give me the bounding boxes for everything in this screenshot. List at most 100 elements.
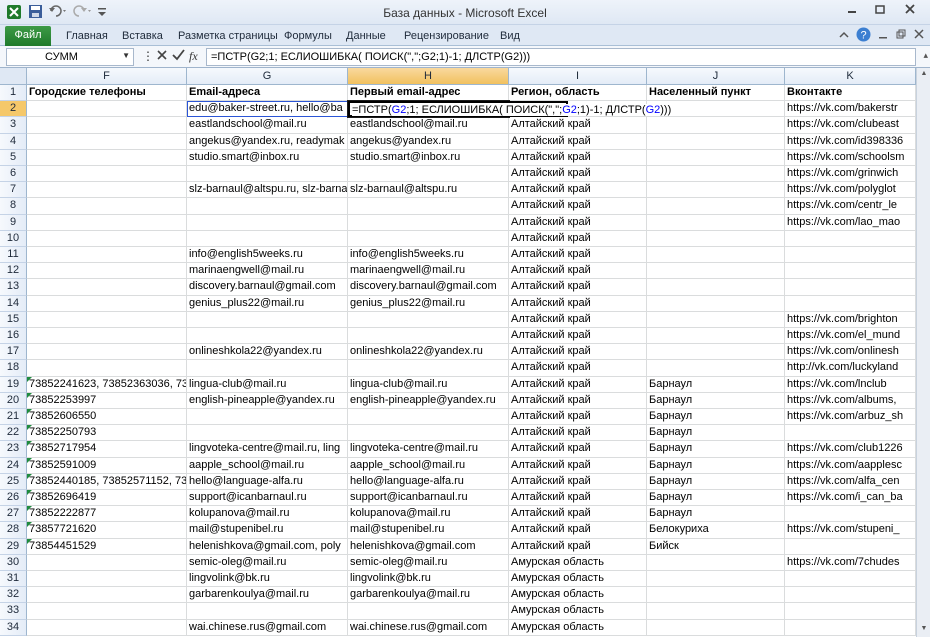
cell-k27[interactable]	[785, 506, 916, 523]
cell-i6[interactable]: Алтайский край	[509, 166, 647, 183]
cell-f3[interactable]	[27, 117, 187, 134]
row-header[interactable]: 13	[0, 279, 27, 296]
cell-f32[interactable]	[27, 587, 187, 604]
cell-g30[interactable]: semic-oleg@mail.ru	[187, 554, 348, 571]
cell-i29[interactable]: Алтайский край	[509, 538, 647, 555]
cell-i22[interactable]: Алтайский край	[509, 425, 647, 442]
expand-formula-bar-icon[interactable]: ▴	[923, 50, 928, 61]
name-box[interactable]: СУММ ▼	[6, 48, 134, 66]
cell-h8[interactable]	[348, 198, 509, 215]
cell-h2[interactable]: =ПСТР(G2;1; ЕСЛИОШИБКА( ПОИСК(",";G2;1)-…	[348, 101, 672, 118]
cell-k22[interactable]	[785, 425, 916, 442]
row-header[interactable]: 23	[0, 441, 27, 458]
cell-g16[interactable]	[187, 328, 348, 345]
cell-g3[interactable]: eastlandschool@mail.ru	[187, 117, 348, 134]
cell-g26[interactable]: support@icanbarnaul.ru	[187, 490, 348, 507]
row-header[interactable]: 18	[0, 360, 27, 377]
cell-f21[interactable]: 73852606550	[27, 409, 187, 426]
cell-k15[interactable]: https://vk.com/brighton	[785, 311, 916, 328]
column-header-k[interactable]: K	[785, 68, 916, 85]
cell-f30[interactable]	[27, 554, 187, 571]
cell-j30[interactable]	[647, 554, 785, 571]
cell-i11[interactable]: Алтайский край	[509, 247, 647, 264]
cell-i3[interactable]: Алтайский край	[509, 117, 647, 134]
row-header[interactable]: 14	[0, 295, 27, 312]
cell-g21[interactable]	[187, 409, 348, 426]
cell-k30[interactable]: https://vk.com/7chudes	[785, 554, 916, 571]
cell-j31[interactable]	[647, 571, 785, 588]
cell-h26[interactable]: support@icanbarnaul.ru	[348, 490, 509, 507]
tab-page-layout[interactable]: Разметка страницы	[178, 28, 278, 44]
vertical-scrollbar[interactable]: ▲ ▼	[916, 68, 930, 637]
cell-h5[interactable]: studio.smart@inbox.ru	[348, 149, 509, 166]
cell-j7[interactable]	[647, 182, 785, 199]
ribbon-collapse-icon[interactable]	[838, 29, 850, 44]
cell-g27[interactable]: kolupanova@mail.ru	[187, 506, 348, 523]
cell-f20[interactable]: 73852253997	[27, 392, 187, 409]
cell-j25[interactable]: Барнаул	[647, 473, 785, 490]
row-header[interactable]: 19	[0, 376, 27, 393]
cell-h3[interactable]: eastlandschool@mail.ru	[348, 117, 509, 134]
cell-f15[interactable]	[27, 311, 187, 328]
tab-insert[interactable]: Вставка	[122, 28, 163, 44]
cell-g13[interactable]: discovery.barnaul@gmail.com	[187, 279, 348, 296]
cell-j12[interactable]	[647, 263, 785, 280]
cell-k20[interactable]: https://vk.com/albums,	[785, 392, 916, 409]
chevron-down-icon[interactable]: ▼	[122, 51, 130, 60]
cell-i15[interactable]: Алтайский край	[509, 311, 647, 328]
cell-j9[interactable]	[647, 214, 785, 231]
cell-j14[interactable]	[647, 295, 785, 312]
cell-g17[interactable]: onlineshkola22@yandex.ru	[187, 344, 348, 361]
cell-i27[interactable]: Алтайский край	[509, 506, 647, 523]
cell-j32[interactable]	[647, 587, 785, 604]
cell-i1[interactable]: Регион, область	[509, 85, 647, 102]
cell-j22[interactable]: Барнаул	[647, 425, 785, 442]
cell-h22[interactable]	[348, 425, 509, 442]
cell-j13[interactable]	[647, 279, 785, 296]
cell-j24[interactable]: Барнаул	[647, 457, 785, 474]
tab-formulas[interactable]: Формулы	[284, 28, 332, 44]
minimize-button[interactable]	[838, 4, 866, 20]
cell-h18[interactable]	[348, 360, 509, 377]
tab-file[interactable]: Файл	[5, 26, 51, 46]
cell-g33[interactable]	[187, 603, 348, 620]
cell-g14[interactable]: genius_plus22@mail.ru	[187, 295, 348, 312]
tab-home[interactable]: Главная	[66, 28, 108, 44]
cell-g24[interactable]: aapple_school@mail.ru	[187, 457, 348, 474]
cell-k4[interactable]: https://vk.com/id398336	[785, 133, 916, 150]
tab-review[interactable]: Рецензирование	[404, 28, 489, 44]
cell-k32[interactable]	[785, 587, 916, 604]
cell-g7[interactable]: slz-barnaul@altspu.ru, slz-barna	[187, 182, 348, 199]
cell-f5[interactable]	[27, 149, 187, 166]
cell-i28[interactable]: Алтайский край	[509, 522, 647, 539]
row-header[interactable]: 1	[0, 85, 27, 102]
cell-g1[interactable]: Email-адреса	[187, 85, 348, 102]
cell-k2[interactable]: https://vk.com/bakerstr	[785, 101, 916, 118]
cell-j10[interactable]	[647, 230, 785, 247]
cell-h30[interactable]: semic-oleg@mail.ru	[348, 554, 509, 571]
scroll-up-icon[interactable]: ▲	[918, 68, 930, 80]
cell-j4[interactable]	[647, 133, 785, 150]
cell-g18[interactable]	[187, 360, 348, 377]
row-header[interactable]: 20	[0, 392, 27, 409]
cell-k1[interactable]: Вконтакте	[785, 85, 916, 102]
cell-h19[interactable]: lingua-club@mail.ru	[348, 376, 509, 393]
cell-i16[interactable]: Алтайский край	[509, 328, 647, 345]
row-header[interactable]: 30	[0, 554, 27, 571]
cell-i20[interactable]: Алтайский край	[509, 392, 647, 409]
cell-h21[interactable]	[348, 409, 509, 426]
cell-h15[interactable]	[348, 311, 509, 328]
cell-k26[interactable]: https://vk.com/i_can_ba	[785, 490, 916, 507]
cell-i32[interactable]: Амурская область	[509, 587, 647, 604]
cell-f18[interactable]	[27, 360, 187, 377]
cell-k21[interactable]: https://vk.com/arbuz_sh	[785, 409, 916, 426]
cell-h16[interactable]	[348, 328, 509, 345]
cell-f12[interactable]	[27, 263, 187, 280]
cell-h20[interactable]: english-pineapple@yandex.ru	[348, 392, 509, 409]
cell-k14[interactable]	[785, 295, 916, 312]
cell-h7[interactable]: slz-barnaul@altspu.ru	[348, 182, 509, 199]
cell-k16[interactable]: https://vk.com/el_mund	[785, 328, 916, 345]
window-restore-icon[interactable]	[896, 29, 906, 42]
row-header[interactable]: 8	[0, 198, 27, 215]
help-icon[interactable]: ?	[856, 27, 871, 45]
